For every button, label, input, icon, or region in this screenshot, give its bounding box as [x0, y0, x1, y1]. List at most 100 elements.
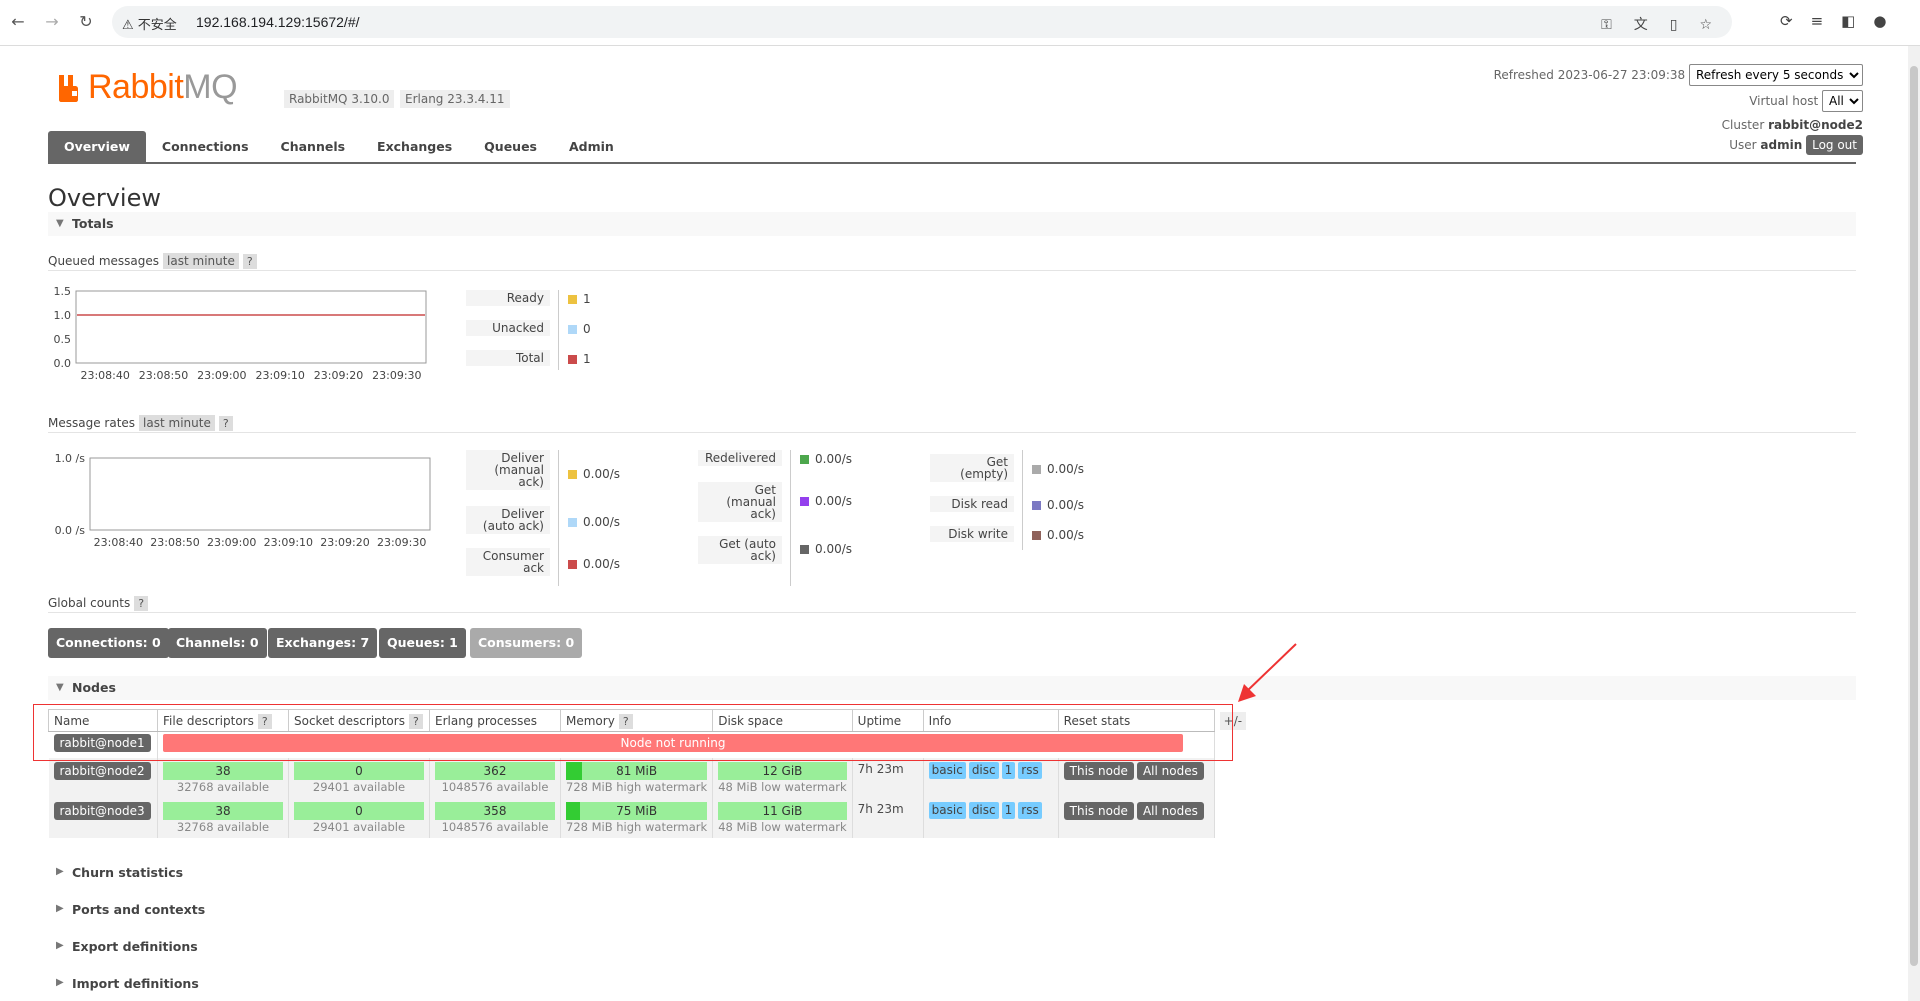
info-tag-rss[interactable]: rss [1018, 761, 1042, 779]
info-tag-disc[interactable]: disc [968, 801, 999, 819]
swatch-unacked [568, 325, 577, 334]
url-text[interactable]: 192.168.194.129:15672/#/ [196, 14, 360, 30]
legend-label-deliver-auto: Deliver (auto ack) [466, 506, 550, 534]
info-tag-count[interactable]: 1 [1001, 761, 1016, 779]
memory-watermark: 728 MiB high watermark [566, 779, 708, 794]
refresh-interval-select[interactable]: Refresh every 5 seconds [1689, 64, 1863, 86]
queued-range-toggle[interactable]: last minute [163, 253, 239, 269]
x-tick-label: 23:09:10 [264, 536, 313, 548]
node-name-link[interactable]: rabbit@node2 [53, 761, 151, 780]
reload-icon[interactable]: ↻ [76, 12, 96, 32]
connections-count-button[interactable]: Connections: 0 [48, 628, 169, 658]
queue-ext-icon[interactable]: ≡ [1811, 12, 1824, 30]
memory-bar: 81 MiB [566, 761, 708, 780]
info-tag-disc[interactable]: disc [968, 761, 999, 779]
fd-available: 32768 available [176, 779, 270, 794]
ports-contexts-section[interactable]: ▶ Ports and contexts [48, 899, 448, 921]
y-tick-label: 1.0 /s [55, 452, 86, 465]
y-tick-label: 0.0 [54, 357, 72, 370]
page-scrollbar[interactable] [1908, 46, 1920, 1001]
queued-messages-chart: 1.5 1.0 0.5 0.0 23:08:40 23:08:50 23:09:00 23:0… [54, 285, 427, 382]
x-tick-label: 23:08:40 [94, 536, 143, 548]
uptime-value: 7h 23m [852, 757, 924, 798]
legend-value-redelivered: 0.00/s [800, 452, 852, 466]
import-definitions-section[interactable]: ▶ Import definitions [48, 973, 448, 995]
reset-all-nodes-button[interactable]: All nodes [1136, 761, 1204, 780]
cluster-name: rabbit@node2 [1768, 118, 1863, 132]
legend-label-redelivered: Redelivered [698, 450, 782, 466]
divider [48, 270, 1856, 271]
erlang-available: 1048576 available [441, 819, 549, 834]
socket-available: 29401 available [312, 819, 406, 834]
x-tick-label: 23:09:30 [377, 536, 426, 548]
tab-admin[interactable]: Admin [553, 131, 630, 163]
legend-value-ready: 1 [568, 292, 591, 306]
queued-help-icon[interactable]: ? [242, 254, 257, 269]
legend-label-ready: Ready [466, 290, 550, 306]
legend-separator [558, 290, 559, 370]
exchanges-count-button[interactable]: Exchanges: 7 [268, 628, 378, 658]
tab-connections[interactable]: Connections [146, 131, 265, 163]
tab-overview[interactable]: Overview [48, 131, 146, 163]
legend-label-get-empty: Get (empty) [930, 454, 1014, 482]
socket-bar: 0 [294, 801, 424, 820]
x-tick-label: 23:09:00 [207, 536, 256, 548]
user-name: admin [1760, 138, 1803, 152]
logout-button[interactable]: Log out [1806, 135, 1863, 155]
queued-legend: Ready 1 Unacked 0 Total 1 [466, 290, 626, 370]
fd-bar: 38 [163, 801, 283, 820]
refresh-ext-icon[interactable]: ⟳ [1780, 12, 1793, 30]
totals-section-header[interactable]: ▼ Totals [48, 212, 1856, 236]
consumers-count-button[interactable]: Consumers: 0 [470, 628, 583, 658]
queues-count-button[interactable]: Queues: 1 [379, 628, 466, 658]
main-tabs: Overview Connections Channels Exchanges Queu… [48, 131, 630, 163]
key-icon[interactable]: ⚿ [1601, 17, 1612, 33]
erlang-bar: 362 [435, 761, 555, 780]
chart-plot-area [75, 290, 427, 364]
expand-triangle-icon: ▶ [56, 940, 64, 951]
translate-icon[interactable]: 文 [1634, 17, 1648, 33]
collapse-triangle-icon: ▼ [56, 682, 64, 693]
reset-all-nodes-button[interactable]: All nodes [1136, 801, 1204, 820]
rates-range-toggle[interactable]: last minute [139, 415, 215, 431]
node-name-link[interactable]: rabbit@node3 [53, 801, 151, 820]
churn-statistics-section[interactable]: ▶ Churn statistics [48, 862, 448, 884]
info-tag-count[interactable]: 1 [1001, 801, 1016, 819]
vhost-select[interactable]: All [1822, 90, 1863, 112]
y-tick-label: 0.5 [54, 333, 72, 346]
rates-help-icon[interactable]: ? [218, 416, 233, 431]
reset-this-node-button[interactable]: This node [1063, 761, 1134, 780]
divider [48, 432, 1856, 433]
nodes-section-header[interactable]: ▼ Nodes [48, 676, 1856, 700]
tab-exchanges[interactable]: Exchanges [361, 131, 468, 163]
extension-icons: ⟳ ≡ ◧ ● [1780, 12, 1904, 30]
info-tag-basic[interactable]: basic [928, 801, 966, 819]
reset-this-node-button[interactable]: This node [1063, 801, 1134, 820]
address-bar[interactable]: ⚠ 不安全 192.168.194.129:15672/#/ ⚿ 文 ▯ ☆ [112, 6, 1732, 38]
x-tick-label: 23:09:00 [197, 369, 246, 382]
message-rates-chart: 1.0 /s 0.0 /s 23:08:40 23:08:50 23:09:00 23:0… [55, 452, 431, 548]
erlang-badge: Erlang 23.3.4.11 [400, 90, 510, 108]
back-icon[interactable]: ← [8, 12, 28, 32]
info-tag-basic[interactable]: basic [928, 761, 966, 779]
tab-queues[interactable]: Queues [468, 131, 553, 163]
forward-icon[interactable]: → [42, 12, 62, 32]
star-icon[interactable]: ☆ [1699, 17, 1712, 33]
export-definitions-section[interactable]: ▶ Export definitions [48, 936, 448, 958]
global-help-icon[interactable]: ? [134, 596, 149, 611]
insecure-warning[interactable]: ⚠ 不安全 [122, 14, 177, 33]
reader-icon[interactable]: ▯ [1670, 17, 1678, 33]
y-tick-label: 1.0 [54, 309, 72, 322]
tab-channels[interactable]: Channels [265, 131, 362, 163]
profile-ext-icon[interactable]: ● [1873, 12, 1886, 30]
divider [48, 612, 1856, 613]
legend-separator [558, 450, 559, 586]
legend-value-unacked: 0 [568, 322, 591, 336]
legend-label-unacked: Unacked [466, 320, 550, 336]
scrollbar-thumb[interactable] [1910, 66, 1918, 966]
rates-legend-col1: Deliver (manual ack) 0.00/s Deliver (auto a… [466, 450, 666, 586]
info-tag-rss[interactable]: rss [1018, 801, 1042, 819]
channels-count-button[interactable]: Channels: 0 [168, 628, 267, 658]
bookmark-ext-icon[interactable]: ◧ [1841, 12, 1855, 30]
legend-value-get-auto: 0.00/s [800, 542, 852, 556]
